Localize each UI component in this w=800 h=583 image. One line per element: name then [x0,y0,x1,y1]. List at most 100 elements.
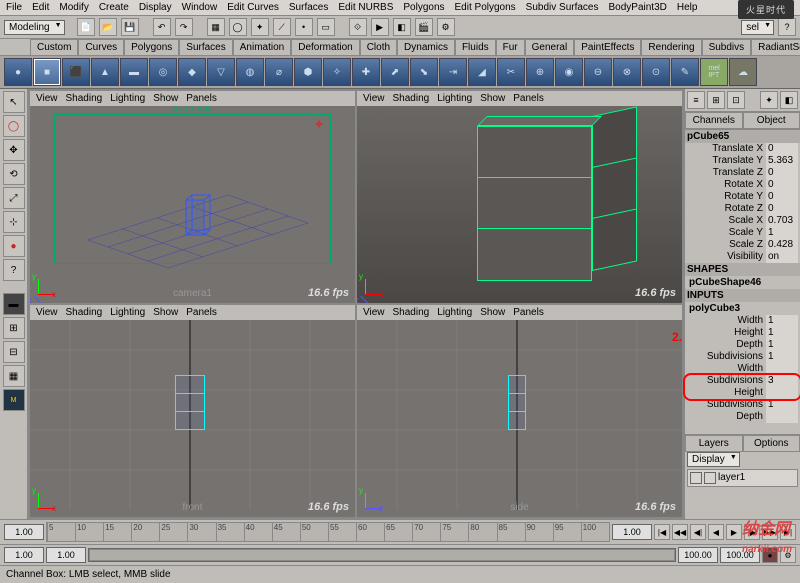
cb-icon4[interactable]: ✦ [760,91,778,109]
shelf-cylinder-icon[interactable]: ⬛ [62,58,90,86]
vp-menu-show[interactable]: Show [480,307,505,318]
shelf-tab-rendering[interactable]: Rendering [641,39,701,55]
vp-menu-view[interactable]: View [36,307,58,318]
shelf-bool3-icon[interactable]: ⊙ [642,58,670,86]
snap-point-icon[interactable]: • [295,18,313,36]
play-start-field[interactable]: 1.00 [46,547,86,563]
select-icon[interactable]: ▦ [207,18,225,36]
attr-row[interactable]: Scale Z0.428 [685,239,800,251]
lasso-tool-icon[interactable]: ◯ [3,115,25,137]
shelf-extrude-icon[interactable]: ⇥ [439,58,467,86]
soft-select-icon[interactable]: ● [3,235,25,257]
shelf-tool3-icon[interactable]: ⬊ [410,58,438,86]
shelf-tab-curves[interactable]: Curves [78,39,124,55]
current-frame-field[interactable]: 1.00 [612,524,652,540]
shelf-tab-cloth[interactable]: Cloth [360,39,397,55]
play-end-field[interactable]: 100.00 [678,547,718,563]
four-view-icon[interactable]: ⊞ [3,317,25,339]
undo-icon[interactable]: ↶ [153,18,171,36]
vp-menu-panels[interactable]: Panels [513,93,544,104]
channels-tab[interactable]: Channels [685,112,743,129]
shelf-helix-icon[interactable]: ⌀ [265,58,293,86]
attr-row[interactable]: Rotate Z0 [685,203,800,215]
shelf-prism-icon[interactable]: ◆ [178,58,206,86]
attr-row[interactable]: Translate Z0 [685,167,800,179]
layers-tab[interactable]: Layers [685,435,743,452]
play-fwd-icon[interactable]: ▶ [726,524,742,540]
last-tool-icon[interactable]: ? [3,259,25,281]
shelf-torus-icon[interactable]: ◎ [149,58,177,86]
menu-edit-curves[interactable]: Edit Curves [227,2,279,13]
shape-node[interactable]: pCubeShape46 [685,276,800,289]
vp-menu-shading[interactable]: Shading [66,307,103,318]
layer-name[interactable]: layer1 [718,472,745,484]
shelf-tab-fur[interactable]: Fur [496,39,525,55]
file-save-icon[interactable]: 💾 [121,18,139,36]
shelf-tab-deformation[interactable]: Deformation [291,39,359,55]
vp-menu-lighting[interactable]: Lighting [110,307,145,318]
shelf-cloud-icon[interactable]: ☁ [729,58,757,86]
attr-row[interactable]: Translate Y5.363 [685,155,800,167]
object-name[interactable]: pCube65 [685,130,800,143]
prev-key-icon[interactable]: ◀| [690,524,706,540]
vp-menu-panels[interactable]: Panels [186,307,217,318]
display-dropdown[interactable]: Display [687,452,740,467]
vp-menu-panels[interactable]: Panels [186,93,217,104]
shelf-pipe-icon[interactable]: ◍ [236,58,264,86]
time-ruler[interactable]: 5101520253035404550556065707580859095100 [46,522,610,542]
menu-surfaces[interactable]: Surfaces [289,2,328,13]
file-new-icon[interactable]: 📄 [77,18,95,36]
menu-edit-polygons[interactable]: Edit Polygons [455,2,516,13]
vp-menu-show[interactable]: Show [480,93,505,104]
shelf-split-icon[interactable]: ✂ [497,58,525,86]
shelf-tab-dynamics[interactable]: Dynamics [397,39,455,55]
range-slider[interactable]: 1.00 1.00 100.00 100.00 ● ⚙ [0,544,800,565]
shelf-sculpt-icon[interactable]: ✎ [671,58,699,86]
menu-edit[interactable]: Edit [32,2,49,13]
script-icon[interactable]: M [3,389,25,411]
vp-menu-lighting[interactable]: Lighting [437,93,472,104]
viewport-shaded[interactable]: ViewShadingLightingShowPanels yxz 16.6 f… [357,91,682,303]
single-view-icon[interactable]: ▬ [3,293,25,315]
shelf-platonic-icon[interactable]: ✧ [323,58,351,86]
menu-create[interactable]: Create [99,2,129,13]
lasso-icon[interactable]: ◯ [229,18,247,36]
menu-window[interactable]: Window [182,2,218,13]
custom-layout-icon[interactable]: ▦ [3,365,25,387]
scale-tool-icon[interactable]: ⤢ [3,187,25,209]
poly-attr-row[interactable]: Subdivisions Depth1 [685,399,800,423]
file-open-icon[interactable]: 📂 [99,18,117,36]
menu-subdiv-surfaces[interactable]: Subdiv Surfaces [526,2,599,13]
vp-menu-view[interactable]: View [363,307,385,318]
shelf-tab-fluids[interactable]: Fluids [455,39,496,55]
shelf-tool2-icon[interactable]: ⬈ [381,58,409,86]
attr-row[interactable]: Rotate Y0 [685,191,800,203]
shelf-pyramid-icon[interactable]: ▽ [207,58,235,86]
history-icon[interactable]: ⟐ [349,18,367,36]
persp-outliner-icon[interactable]: ⊟ [3,341,25,363]
shelf-plane-icon[interactable]: ▬ [120,58,148,86]
range-bar[interactable] [88,548,676,562]
vp-menu-lighting[interactable]: Lighting [437,307,472,318]
attr-row[interactable]: Translate X0 [685,143,800,155]
vp-menu-show[interactable]: Show [153,307,178,318]
shelf-bool1-icon[interactable]: ⊖ [584,58,612,86]
attr-row[interactable]: Visibilityon [685,251,800,263]
cb-icon2[interactable]: ⊞ [707,91,725,109]
menu-edit-nurbs[interactable]: Edit NURBS [338,2,393,13]
snap-curve-icon[interactable]: ⟋ [273,18,291,36]
shelf-tab-painteffects[interactable]: PaintEffects [574,39,641,55]
shelf-cube-icon[interactable]: ■ [33,58,61,86]
render-icon[interactable]: ▶ [371,18,389,36]
cb-icon5[interactable]: ◧ [780,91,798,109]
vp-menu-show[interactable]: Show [153,93,178,104]
redo-icon[interactable]: ↷ [175,18,193,36]
select-tool-icon[interactable]: ↖ [3,91,25,113]
poly-attr-row[interactable]: Depth1 [685,339,800,351]
play-back-icon[interactable]: ◀ [708,524,724,540]
shelf-tab-animation[interactable]: Animation [233,39,291,55]
menu-display[interactable]: Display [139,2,172,13]
vp-menu-shading[interactable]: Shading [393,93,430,104]
selection-mask-dropdown[interactable]: sel [741,20,774,35]
step-back-icon[interactable]: ◀◀ [672,524,688,540]
